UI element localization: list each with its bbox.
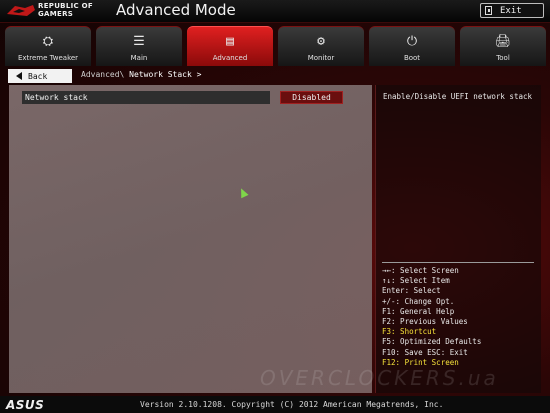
page-title: Advanced Mode: [116, 1, 236, 19]
shortcut-item-highlight[interactable]: F3: Shortcut: [382, 327, 481, 337]
brand-text: REPUBLIC OF GAMERS: [38, 2, 93, 18]
back-arrow-icon: [16, 72, 22, 80]
header-bar: REPUBLIC OF GAMERS Advanced Mode Exit: [0, 0, 550, 23]
advanced-icon: ▤: [226, 34, 234, 49]
tab-main[interactable]: ☰ Main: [96, 26, 182, 66]
breadcrumb-current: Network Stack >: [129, 70, 202, 79]
version-text: Version 2.10.1208. Copyright (C) 2012 Am…: [140, 400, 444, 409]
gauge-icon: ⛭: [42, 34, 54, 49]
divider: [382, 262, 534, 263]
tab-label: Advanced: [212, 54, 248, 62]
nav-bar: Back Advanced\ Network Stack >: [8, 69, 372, 83]
shortcut-item: F10: Save ESC: Exit: [382, 347, 468, 357]
help-panel: Enable/Disable UEFI network stack →←: Se…: [375, 85, 541, 393]
settings-panel: Network stack Disabled: [9, 85, 372, 393]
asus-logo: ASUS: [6, 398, 45, 412]
exit-icon: [485, 6, 492, 15]
tab-label: Main: [130, 54, 148, 62]
shortcut-item: ↑↓: Select Item: [382, 276, 450, 286]
breadcrumb: Advanced\ Network Stack >: [81, 70, 201, 79]
breadcrumb-parent[interactable]: Advanced\: [81, 70, 129, 79]
monitor-icon: ⚙: [317, 34, 325, 49]
help-text: Enable/Disable UEFI network stack: [383, 92, 533, 101]
shortcut-list: →←: Select Screen ↑↓: Select Item Enter:…: [382, 266, 481, 368]
tab-label: Tool: [496, 54, 510, 62]
shortcut-item: F2: Previous Values: [382, 317, 468, 327]
option-row-network-stack[interactable]: Network stack Disabled: [22, 91, 372, 104]
exit-label: Exit: [500, 5, 522, 16]
tab-monitor[interactable]: ⚙ Monitor: [278, 26, 364, 66]
exit-button[interactable]: Exit: [480, 3, 544, 18]
tab-label: Boot: [403, 54, 421, 62]
footer-bar: ASUS Version 2.10.1208. Copyright (C) 20…: [0, 396, 550, 413]
tool-icon: 🖨: [494, 34, 512, 49]
main-tabs: ⛭ Extreme Tweaker ☰ Main ▤ Advanced ⚙ Mo…: [5, 26, 546, 66]
tab-advanced[interactable]: ▤ Advanced: [187, 26, 273, 66]
tab-label: Extreme Tweaker: [17, 54, 79, 62]
shortcut-item: +/-: Change Opt.: [382, 296, 455, 306]
tab-extreme-tweaker[interactable]: ⛭ Extreme Tweaker: [5, 26, 91, 66]
power-icon: ⏻: [406, 34, 418, 49]
tab-tool[interactable]: 🖨 Tool: [460, 26, 546, 66]
shortcut-item: F1: General Help: [382, 306, 455, 316]
tab-boot[interactable]: ⏻ Boot: [369, 26, 455, 66]
option-label[interactable]: Network stack: [22, 91, 270, 104]
shortcut-item: F5: Optimized Defaults: [382, 337, 482, 347]
shortcut-item: →←: Select Screen: [382, 266, 459, 275]
tab-label: Monitor: [307, 54, 335, 62]
brand-line2: GAMERS: [38, 10, 74, 18]
option-value-dropdown[interactable]: Disabled: [280, 91, 343, 104]
brand-line1: REPUBLIC OF: [38, 2, 93, 10]
back-label: Back: [28, 71, 48, 81]
watermark: OVERCLOCKERS.ua: [260, 366, 499, 390]
list-icon: ☰: [133, 34, 145, 49]
shortcut-item: Enter: Select: [382, 286, 441, 296]
back-button[interactable]: Back: [8, 69, 72, 83]
